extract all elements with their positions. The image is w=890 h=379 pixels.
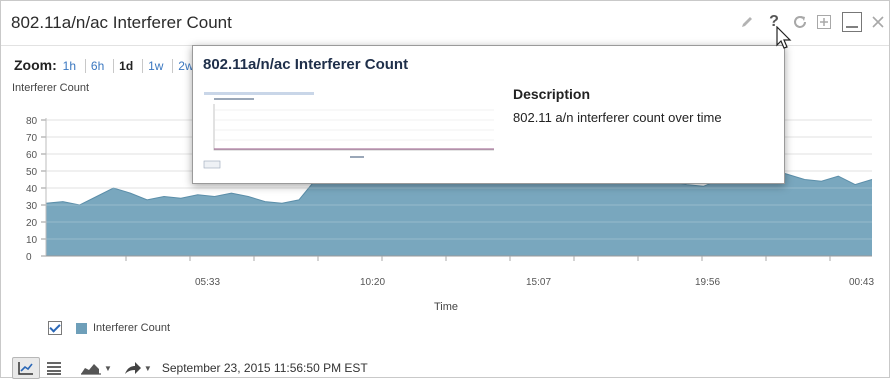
close-icon[interactable]: [869, 13, 887, 31]
tooltip-title: 802.11a/n/ac Interferer Count: [203, 56, 409, 73]
mouse-cursor-icon: [776, 26, 792, 49]
expand-icon[interactable]: [815, 13, 833, 31]
y-tick-label: 60: [26, 150, 38, 161]
widget-header: 802.11a/n/ac Interferer Count ?: [1, 1, 889, 46]
tooltip-description-heading: Description: [513, 86, 591, 102]
zoom-bar: Zoom: 1h 6h 1d 1w 2w: [14, 57, 199, 73]
zoom-6h[interactable]: 6h: [84, 59, 110, 73]
zoom-1w[interactable]: 1w: [142, 59, 169, 73]
minimize-icon[interactable]: [841, 11, 863, 33]
chevron-down-icon: ▼: [104, 363, 112, 373]
tooltip-description: 802.11 a/n interferer count over time: [513, 110, 722, 125]
widget-help-tooltip: 802.11a/n/ac Interferer Count Descriptio…: [192, 45, 785, 184]
line-chart-icon: [18, 362, 33, 375]
chart-type-dropdown[interactable]: ▼: [80, 361, 112, 375]
bottom-toolbar: ▼ ▼ September 23, 2015 11:56:50 PM EST: [12, 357, 368, 379]
y-axis-title: Interferer Count: [12, 82, 90, 94]
zoom-1d[interactable]: 1d: [113, 59, 139, 73]
chart-view-button[interactable]: [12, 357, 40, 379]
x-tick-label: 10:20: [360, 277, 385, 288]
x-tick-label: 15:07: [526, 277, 551, 288]
y-tick-label: 70: [26, 133, 38, 144]
chart-thumbnail-image: [202, 90, 498, 170]
y-tick-label: 50: [26, 167, 38, 178]
chevron-down-icon: ▼: [143, 363, 152, 373]
legend-label: Interferer Count: [93, 322, 171, 334]
share-arrow-icon: [124, 362, 141, 374]
x-tick-label: 05:33: [195, 277, 220, 288]
x-tick-label: 00:43: [849, 277, 874, 288]
x-tick-label: 19:56: [695, 277, 720, 288]
y-tick-label: 20: [26, 218, 38, 229]
area-chart-icon: [81, 364, 101, 375]
legend-swatch: [76, 322, 87, 334]
y-tick-label: 80: [26, 116, 38, 127]
last-updated-timestamp: September 23, 2015 11:56:50 PM EST: [161, 361, 368, 375]
zoom-label: Zoom:: [14, 57, 57, 73]
x-axis-title: Time: [433, 301, 459, 313]
y-tick-label: 0: [26, 252, 32, 263]
refresh-icon[interactable]: [791, 13, 809, 31]
chart-legend: Interferer Count: [48, 321, 170, 335]
legend-checkbox[interactable]: [48, 321, 62, 335]
y-tick-label: 10: [26, 235, 38, 246]
zoom-1h[interactable]: 1h: [61, 59, 81, 73]
edit-icon[interactable]: [738, 13, 756, 31]
interferer-widget: 802.11a/n/ac Interferer Count ? Zoom: 1h…: [0, 0, 890, 379]
table-view-button[interactable]: [44, 358, 64, 378]
y-tick-label: 40: [26, 184, 38, 195]
widget-title: 802.11a/n/ac Interferer Count: [11, 13, 232, 32]
y-tick-label: 30: [26, 201, 38, 212]
export-dropdown[interactable]: ▼: [124, 361, 152, 375]
list-icon: [47, 362, 61, 375]
